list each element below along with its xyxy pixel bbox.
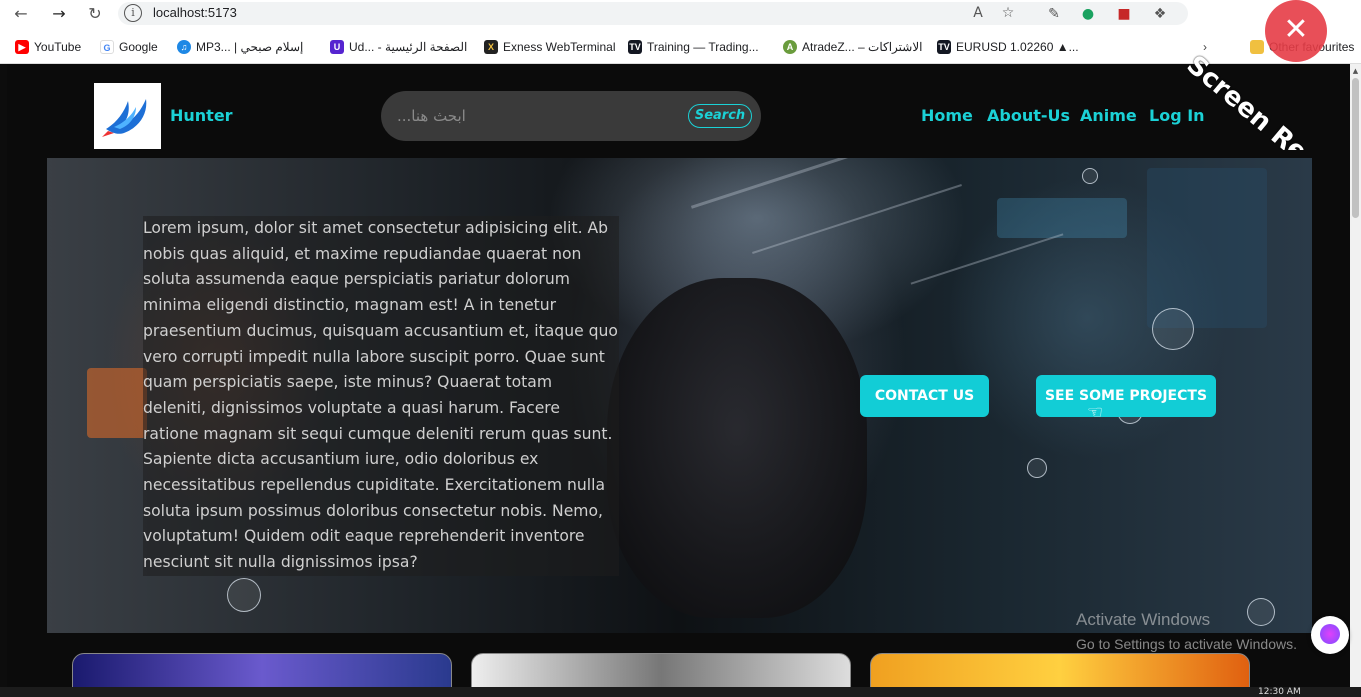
nav-anime[interactable]: Anime [1080, 106, 1137, 125]
bookmark-label: Google [119, 40, 158, 54]
read-aloud-icon[interactable]: A [968, 3, 988, 23]
activate-windows-title: Activate Windows [1076, 610, 1211, 629]
bookmark-label: Training — Trading... [647, 40, 759, 54]
page-scrollbar[interactable]: ▲ [1350, 64, 1361, 697]
mouse-pointer-icon: ☜ [1087, 402, 1104, 423]
address-url: localhost:5173 [153, 5, 237, 20]
back-arrow-icon[interactable]: ← [10, 4, 32, 24]
page-viewport: Hunter Search Home About-Us Anime Log In… [7, 64, 1350, 697]
browser-toolbar: ← → ↻ i localhost:5173 A ☆ ✎ ● ■ ❖ [0, 0, 1361, 28]
contact-us-button[interactable]: CONTACT US [860, 375, 989, 417]
bookmark-google[interactable]: G Google [100, 38, 158, 56]
activate-windows-subtitle: Go to Settings to activate Windows. [1076, 636, 1297, 652]
city-building [1147, 168, 1267, 328]
youtube-icon: ▶ [15, 40, 29, 54]
water-drop [1152, 308, 1194, 350]
bookmark-label: Ud... - الصفحة الرئيسية [349, 40, 468, 54]
city-light-blue [997, 198, 1127, 238]
search-bar: Search [381, 91, 761, 141]
bookmark-label: Other favourites [1269, 40, 1355, 54]
hero-banner: Lorem ipsum, dolor sit amet consectetur … [47, 158, 1312, 633]
forward-arrow-icon[interactable]: → [48, 4, 70, 24]
bookmark-exness[interactable]: X Exness WebTerminal [484, 38, 616, 56]
scroll-up-arrow-icon[interactable]: ▲ [1350, 66, 1361, 76]
search-button[interactable]: Search [688, 104, 752, 128]
hero-description: Lorem ipsum, dolor sit amet consectetur … [143, 216, 619, 576]
city-light-orange [87, 368, 147, 438]
mp3-icon: ♫ [177, 40, 191, 54]
hero-artwork-face [607, 278, 867, 618]
assistant-floating-button[interactable] [1311, 616, 1349, 654]
udemy-icon: U [330, 40, 344, 54]
google-icon: G [100, 40, 114, 54]
bird-logo-icon [102, 99, 147, 137]
extensions-puzzle-icon[interactable]: ❖ [1150, 4, 1170, 24]
bookmarks-bar: ▶ YouTube G Google ♫ MP3... | إسلام صبحي… [0, 28, 1361, 64]
address-bar[interactable]: i localhost:5173 A ☆ [118, 2, 1188, 25]
bookmark-youtube[interactable]: ▶ YouTube [15, 38, 81, 56]
folder-icon [1250, 40, 1264, 54]
bookmark-label: Exness WebTerminal [503, 40, 616, 54]
scrollbar-thumb[interactable] [1352, 78, 1359, 218]
water-drop [227, 578, 261, 612]
nav-home[interactable]: Home [921, 106, 973, 125]
windows-taskbar: 12:30 AM [0, 687, 1361, 697]
favorite-star-icon[interactable]: ☆ [998, 3, 1018, 23]
tradingview-icon: TV [937, 40, 951, 54]
grammarly-icon[interactable]: ● [1078, 4, 1098, 24]
bookmark-label: EURUSD 1.02260 ▲... [956, 40, 1079, 54]
reload-icon[interactable]: ↻ [84, 4, 106, 24]
site-info-icon[interactable]: i [124, 4, 142, 22]
bookmark-udemy[interactable]: U Ud... - الصفحة الرئيسية [330, 38, 467, 56]
extension-icon[interactable]: ✎ [1044, 4, 1064, 24]
site-logo[interactable] [94, 83, 161, 149]
nav-about-us[interactable]: About-Us [987, 106, 1070, 125]
bookmark-eurusd[interactable]: TV EURUSD 1.02260 ▲... [937, 38, 1079, 56]
atradez-icon: A [783, 40, 797, 54]
brand-name[interactable]: Hunter [170, 106, 233, 125]
bookmarks-overflow-chevron-icon[interactable]: › [1203, 38, 1207, 56]
bookmark-label: MP3... | إسلام صبحي [196, 40, 304, 54]
bookmark-label: YouTube [34, 40, 82, 54]
bookmark-label: AtradeZ... – الاشتراكات [802, 40, 923, 54]
bookmark-training[interactable]: TV Training — Trading... [628, 38, 759, 56]
water-drop [1247, 598, 1275, 626]
taskbar-clock: 12:30 AM [1258, 687, 1301, 697]
tradingview-icon: TV [628, 40, 642, 54]
search-input[interactable] [397, 105, 677, 127]
nav-log-in[interactable]: Log In [1149, 106, 1205, 125]
water-drop [1082, 168, 1098, 184]
bookmark-mp3[interactable]: ♫ MP3... | إسلام صبحي [177, 38, 303, 56]
exness-icon: X [484, 40, 498, 54]
bookmark-other-favourites[interactable]: Other favourites [1250, 38, 1354, 56]
bookmark-atradez[interactable]: A AtradeZ... – الاشتراكات [783, 38, 923, 56]
see-projects-button[interactable]: SEE SOME PROJECTS [1036, 375, 1216, 417]
water-drop [1027, 458, 1047, 478]
assistant-icon [1320, 624, 1340, 644]
extension-red-icon[interactable]: ■ [1114, 4, 1134, 24]
